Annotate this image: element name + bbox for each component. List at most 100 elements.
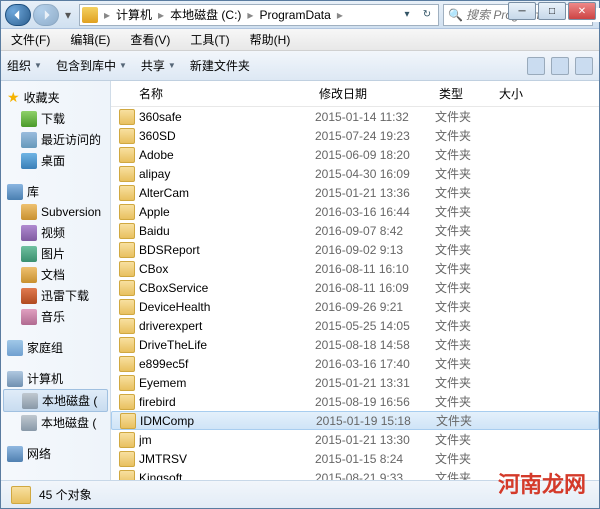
file-name: Kingsoft bbox=[139, 471, 315, 481]
status-item-count: 45 个对象 bbox=[39, 486, 92, 503]
sidebar-thunder[interactable]: 迅雷下载 bbox=[1, 285, 110, 306]
column-name[interactable]: 名称 bbox=[139, 85, 319, 102]
file-name: AlterCam bbox=[139, 186, 315, 200]
sidebar-computer-header[interactable]: 计算机 bbox=[1, 368, 110, 389]
chevron-right-icon[interactable]: ▸ bbox=[245, 8, 255, 22]
sidebar-libraries-header[interactable]: 库 bbox=[1, 181, 110, 202]
sidebar-recent[interactable]: 最近访问的 bbox=[1, 129, 110, 150]
sidebar-music[interactable]: 音乐 bbox=[1, 306, 110, 327]
breadcrumb-computer[interactable]: 计算机 bbox=[112, 5, 156, 25]
document-icon bbox=[21, 267, 37, 283]
breadcrumb-drive[interactable]: 本地磁盘 (C:) bbox=[166, 5, 245, 25]
menu-file[interactable]: 文件(F) bbox=[7, 29, 54, 50]
file-row[interactable]: CBox2016-08-11 16:10文件夹 bbox=[111, 259, 599, 278]
new-folder-button[interactable]: 新建文件夹 bbox=[190, 57, 250, 74]
file-date: 2015-08-21 9:33 bbox=[315, 471, 435, 481]
file-type: 文件夹 bbox=[435, 393, 495, 410]
organize-button[interactable]: 组织▼ bbox=[7, 57, 42, 74]
file-date: 2015-08-18 14:58 bbox=[315, 338, 435, 352]
file-name: Apple bbox=[139, 205, 315, 219]
file-row[interactable]: Kingsoft2015-08-21 9:33文件夹 bbox=[111, 468, 599, 480]
navigation-pane: ★收藏夹 下载 最近访问的 桌面 库 Subversion 视频 图片 文档 迅… bbox=[1, 81, 111, 480]
menu-help[interactable]: 帮助(H) bbox=[246, 29, 295, 50]
file-row[interactable]: jm2015-01-21 13:30文件夹 bbox=[111, 430, 599, 449]
nav-history-dropdown[interactable]: ▾ bbox=[61, 4, 75, 26]
column-type[interactable]: 类型 bbox=[439, 85, 499, 102]
file-list-pane[interactable]: 名称 修改日期 类型 大小 360safe2015-01-14 11:32文件夹… bbox=[111, 81, 599, 480]
chevron-right-icon[interactable]: ▸ bbox=[102, 8, 112, 22]
file-name: DriveTheLife bbox=[139, 338, 315, 352]
file-row[interactable]: 360safe2015-01-14 11:32文件夹 bbox=[111, 107, 599, 126]
sidebar-subversion[interactable]: Subversion bbox=[1, 202, 110, 222]
chevron-down-icon: ▼ bbox=[119, 61, 127, 70]
file-type: 文件夹 bbox=[435, 184, 495, 201]
view-options-icon[interactable] bbox=[527, 57, 545, 75]
sidebar-videos[interactable]: 视频 bbox=[1, 222, 110, 243]
file-row[interactable]: IDMComp2015-01-19 15:18文件夹 bbox=[111, 411, 599, 430]
star-icon: ★ bbox=[7, 89, 20, 106]
sidebar-downloads[interactable]: 下载 bbox=[1, 108, 110, 129]
folder-icon bbox=[119, 261, 135, 277]
file-row[interactable]: AlterCam2015-01-21 13:36文件夹 bbox=[111, 183, 599, 202]
address-bar[interactable]: ▸ 计算机 ▸ 本地磁盘 (C:) ▸ ProgramData ▸ ▾ ↻ bbox=[79, 4, 439, 26]
file-type: 文件夹 bbox=[435, 374, 495, 391]
share-button[interactable]: 共享▼ bbox=[141, 57, 176, 74]
sidebar-homegroup-header[interactable]: 家庭组 bbox=[1, 337, 110, 358]
file-row[interactable]: Eyemem2015-01-21 13:31文件夹 bbox=[111, 373, 599, 392]
address-dropdown-icon[interactable]: ▾ bbox=[398, 6, 416, 24]
picture-icon bbox=[21, 246, 37, 262]
column-size[interactable]: 大小 bbox=[499, 85, 559, 102]
sidebar-drive-c[interactable]: 本地磁盘 ( bbox=[3, 389, 108, 412]
folder-icon bbox=[119, 204, 135, 220]
sidebar-desktop[interactable]: 桌面 bbox=[1, 150, 110, 171]
folder-icon bbox=[120, 413, 136, 429]
file-row[interactable]: 360SD2015-07-24 19:23文件夹 bbox=[111, 126, 599, 145]
file-row[interactable]: driverexpert2015-05-25 14:05文件夹 bbox=[111, 316, 599, 335]
sidebar-network-header[interactable]: 网络 bbox=[1, 443, 110, 464]
file-row[interactable]: e899ec5f2016-03-16 17:40文件夹 bbox=[111, 354, 599, 373]
breadcrumb-folder[interactable]: ProgramData bbox=[255, 5, 334, 25]
chevron-right-icon[interactable]: ▸ bbox=[335, 8, 345, 22]
close-button[interactable]: ✕ bbox=[568, 2, 596, 20]
file-name: Eyemem bbox=[139, 376, 315, 390]
download-icon bbox=[21, 111, 37, 127]
sidebar-drive-d[interactable]: 本地磁盘 ( bbox=[1, 412, 110, 433]
folder-icon bbox=[119, 337, 135, 353]
sidebar-pictures[interactable]: 图片 bbox=[1, 243, 110, 264]
file-date: 2015-01-19 15:18 bbox=[316, 414, 436, 428]
refresh-icon[interactable]: ↻ bbox=[418, 6, 436, 24]
file-row[interactable]: Adobe2015-06-09 18:20文件夹 bbox=[111, 145, 599, 164]
menu-view[interactable]: 查看(V) bbox=[126, 29, 174, 50]
include-library-button[interactable]: 包含到库中▼ bbox=[56, 57, 127, 74]
file-row[interactable]: firebird2015-08-19 16:56文件夹 bbox=[111, 392, 599, 411]
menu-tools[interactable]: 工具(T) bbox=[186, 29, 233, 50]
column-date[interactable]: 修改日期 bbox=[319, 85, 439, 102]
maximize-button[interactable]: □ bbox=[538, 2, 566, 20]
file-row[interactable]: DeviceHealth2016-09-26 9:21文件夹 bbox=[111, 297, 599, 316]
library-icon bbox=[7, 184, 23, 200]
back-button[interactable] bbox=[5, 4, 31, 26]
file-name: 360SD bbox=[139, 129, 315, 143]
sidebar-documents[interactable]: 文档 bbox=[1, 264, 110, 285]
menu-edit[interactable]: 编辑(E) bbox=[66, 29, 114, 50]
preview-pane-icon[interactable] bbox=[551, 57, 569, 75]
file-row[interactable]: JMTRSV2015-01-15 8:24文件夹 bbox=[111, 449, 599, 468]
help-icon[interactable] bbox=[575, 57, 593, 75]
folder-icon bbox=[82, 7, 98, 23]
file-date: 2015-08-19 16:56 bbox=[315, 395, 435, 409]
file-name: firebird bbox=[139, 395, 315, 409]
minimize-button[interactable]: ─ bbox=[508, 2, 536, 20]
file-date: 2015-05-25 14:05 bbox=[315, 319, 435, 333]
file-type: 文件夹 bbox=[435, 355, 495, 372]
file-row[interactable]: CBoxService2016-08-11 16:09文件夹 bbox=[111, 278, 599, 297]
file-type: 文件夹 bbox=[435, 146, 495, 163]
file-row[interactable]: Baidu2016-09-07 8:42文件夹 bbox=[111, 221, 599, 240]
file-row[interactable]: alipay2015-04-30 16:09文件夹 bbox=[111, 164, 599, 183]
file-row[interactable]: DriveTheLife2015-08-18 14:58文件夹 bbox=[111, 335, 599, 354]
explorer-body: ★收藏夹 下载 最近访问的 桌面 库 Subversion 视频 图片 文档 迅… bbox=[1, 81, 599, 480]
chevron-right-icon[interactable]: ▸ bbox=[156, 8, 166, 22]
file-row[interactable]: BDSReport2016-09-02 9:13文件夹 bbox=[111, 240, 599, 259]
file-row[interactable]: Apple2016-03-16 16:44文件夹 bbox=[111, 202, 599, 221]
sidebar-favorites-header[interactable]: ★收藏夹 bbox=[1, 87, 110, 108]
forward-button[interactable] bbox=[33, 4, 59, 26]
